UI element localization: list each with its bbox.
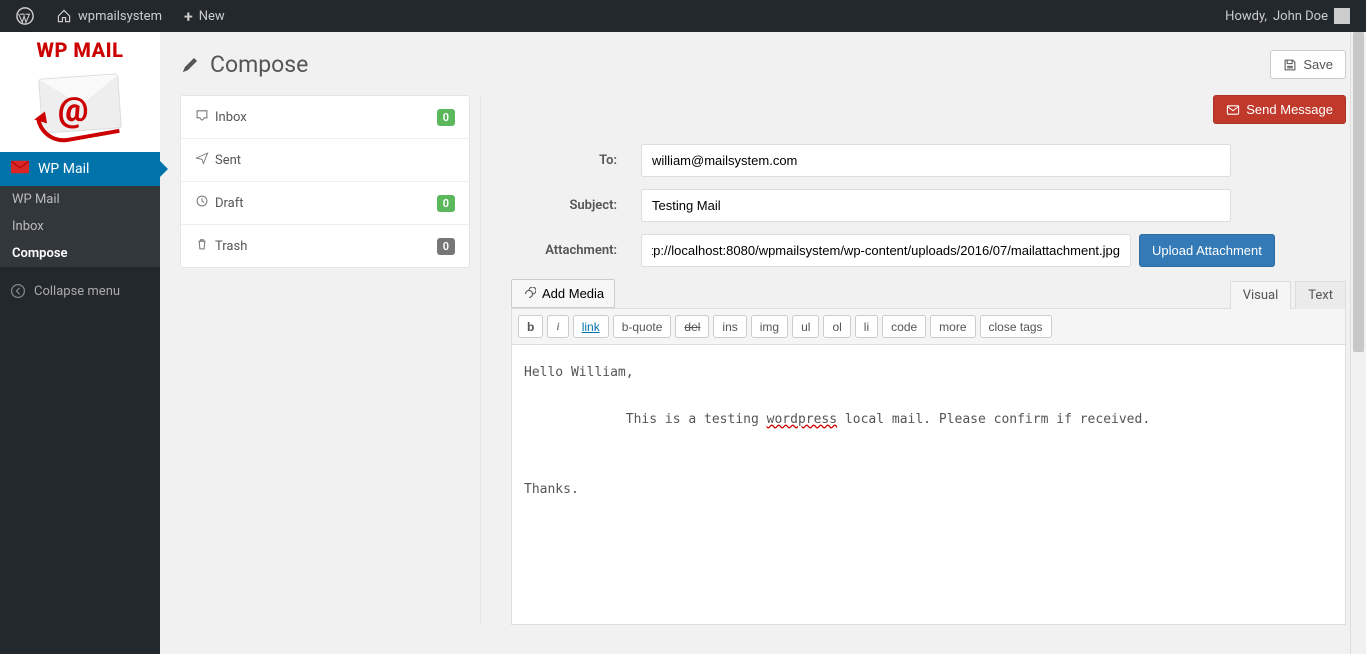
new-menu[interactable]: + New: [176, 0, 233, 32]
page-title: Compose: [210, 51, 308, 78]
tab-text[interactable]: Text: [1295, 281, 1346, 309]
folder-label: Sent: [215, 153, 455, 168]
wordpress-icon: [16, 7, 34, 25]
clock-icon: [195, 194, 215, 212]
btn-img[interactable]: img: [751, 315, 788, 338]
btn-italic[interactable]: i: [547, 315, 568, 338]
folder-sent[interactable]: Sent: [181, 139, 469, 182]
site-link[interactable]: wpmailsystem: [48, 0, 170, 32]
home-icon: [56, 8, 72, 24]
to-input[interactable]: [641, 144, 1231, 177]
folder-draft[interactable]: Draft 0: [181, 182, 469, 225]
folder-list: Inbox 0 Sent Draft 0 Trash 0: [180, 95, 470, 268]
submenu-inbox[interactable]: Inbox: [0, 213, 160, 240]
folder-label: Draft: [215, 196, 437, 211]
adminbar-left: wpmailsystem + New: [8, 0, 233, 32]
btn-bold[interactable]: b: [518, 315, 543, 338]
mail-icon: [10, 160, 30, 178]
btn-more[interactable]: more: [930, 315, 975, 338]
plugin-logo: WP MAIL @: [0, 32, 160, 152]
folder-label: Trash: [215, 239, 437, 254]
menu-wpmail[interactable]: WP Mail: [0, 152, 160, 186]
send-message-button[interactable]: Send Message: [1213, 95, 1346, 124]
folder-badge: 0: [437, 109, 455, 126]
editor-body[interactable]: Hello William, This is a testing wordpre…: [511, 345, 1346, 625]
avatar-icon: [1334, 8, 1350, 24]
editor: Add Media Visual Text b i link b-quote d…: [511, 279, 1346, 625]
trash-icon: [195, 237, 215, 255]
menu-label: WP Mail: [38, 161, 89, 177]
collapse-menu[interactable]: Collapse menu: [0, 273, 160, 309]
user-name: John Doe: [1273, 9, 1328, 24]
subject-input[interactable]: [641, 189, 1231, 222]
compose-column: Send Message To: Subject: Attachment:: [480, 95, 1346, 625]
admin-sidebar: WP MAIL @ WP Mail WP Mail Inbox Compose …: [0, 32, 160, 654]
new-label: New: [199, 9, 225, 24]
btn-code[interactable]: code: [882, 315, 926, 338]
upload-attachment-button[interactable]: Upload Attachment: [1139, 234, 1275, 267]
btn-li[interactable]: li: [855, 315, 878, 338]
btn-del[interactable]: del: [675, 315, 709, 338]
pencil-icon: [180, 55, 200, 75]
plus-icon: +: [184, 7, 193, 26]
howdy-prefix: Howdy,: [1225, 9, 1267, 24]
account-menu[interactable]: Howdy, John Doe: [1217, 0, 1358, 32]
save-icon: [1283, 58, 1297, 72]
folder-inbox[interactable]: Inbox 0: [181, 96, 469, 139]
btn-close-tags[interactable]: close tags: [980, 315, 1052, 338]
submenu-compose[interactable]: Compose: [0, 240, 160, 267]
label-to: To:: [511, 153, 641, 168]
editor-toolbar: b i link b-quote del ins img ul ol li co…: [511, 308, 1346, 345]
logo-image: @: [30, 66, 130, 146]
row-attachment: Attachment: Upload Attachment: [511, 234, 1346, 267]
row-to: To:: [511, 144, 1346, 177]
attachment-input[interactable]: [641, 234, 1131, 267]
btn-ul[interactable]: ul: [792, 315, 819, 338]
submenu: WP Mail Inbox Compose: [0, 186, 160, 267]
btn-ins[interactable]: ins: [713, 315, 746, 338]
paper-plane-icon: [195, 151, 215, 169]
folder-badge: 0: [437, 238, 455, 255]
envelope-icon: [1226, 103, 1240, 117]
wp-logo[interactable]: [8, 0, 42, 32]
label-subject: Subject:: [511, 198, 641, 213]
admin-menu: WP Mail WP Mail Inbox Compose: [0, 152, 160, 267]
tab-visual[interactable]: Visual: [1230, 281, 1292, 309]
media-icon: [522, 287, 536, 301]
folder-trash[interactable]: Trash 0: [181, 225, 469, 267]
btn-ol[interactable]: ol: [823, 315, 850, 338]
folders-column: Inbox 0 Sent Draft 0 Trash 0: [180, 95, 470, 625]
submenu-wpmail[interactable]: WP Mail: [0, 186, 160, 213]
page-header: Compose Save: [180, 50, 1346, 79]
collapse-label: Collapse menu: [34, 284, 120, 299]
folder-label: Inbox: [215, 110, 437, 125]
btn-bquote[interactable]: b-quote: [613, 315, 672, 338]
row-subject: Subject:: [511, 189, 1346, 222]
actions: Send Message: [511, 95, 1346, 124]
folder-badge: 0: [437, 195, 455, 212]
adminbar: wpmailsystem + New Howdy, John Doe: [0, 0, 1366, 32]
collapse-icon: [10, 283, 26, 299]
site-name: wpmailsystem: [78, 9, 162, 24]
columns: Inbox 0 Sent Draft 0 Trash 0: [180, 95, 1346, 625]
spellcheck-word: wordpress: [767, 412, 837, 427]
logo-title: WP MAIL: [6, 38, 154, 62]
inbox-icon: [195, 108, 215, 126]
editor-top: Add Media Visual Text: [511, 279, 1346, 308]
content: Compose Save Inbox 0 Sent Draf: [160, 32, 1366, 654]
add-media-button[interactable]: Add Media: [511, 279, 615, 308]
scrollbar-thumb[interactable]: [1353, 32, 1364, 352]
scrollbar[interactable]: [1350, 32, 1366, 654]
label-attachment: Attachment:: [511, 243, 641, 258]
save-button[interactable]: Save: [1270, 50, 1346, 79]
page-title-wrap: Compose: [180, 51, 308, 78]
btn-link[interactable]: link: [573, 315, 609, 338]
